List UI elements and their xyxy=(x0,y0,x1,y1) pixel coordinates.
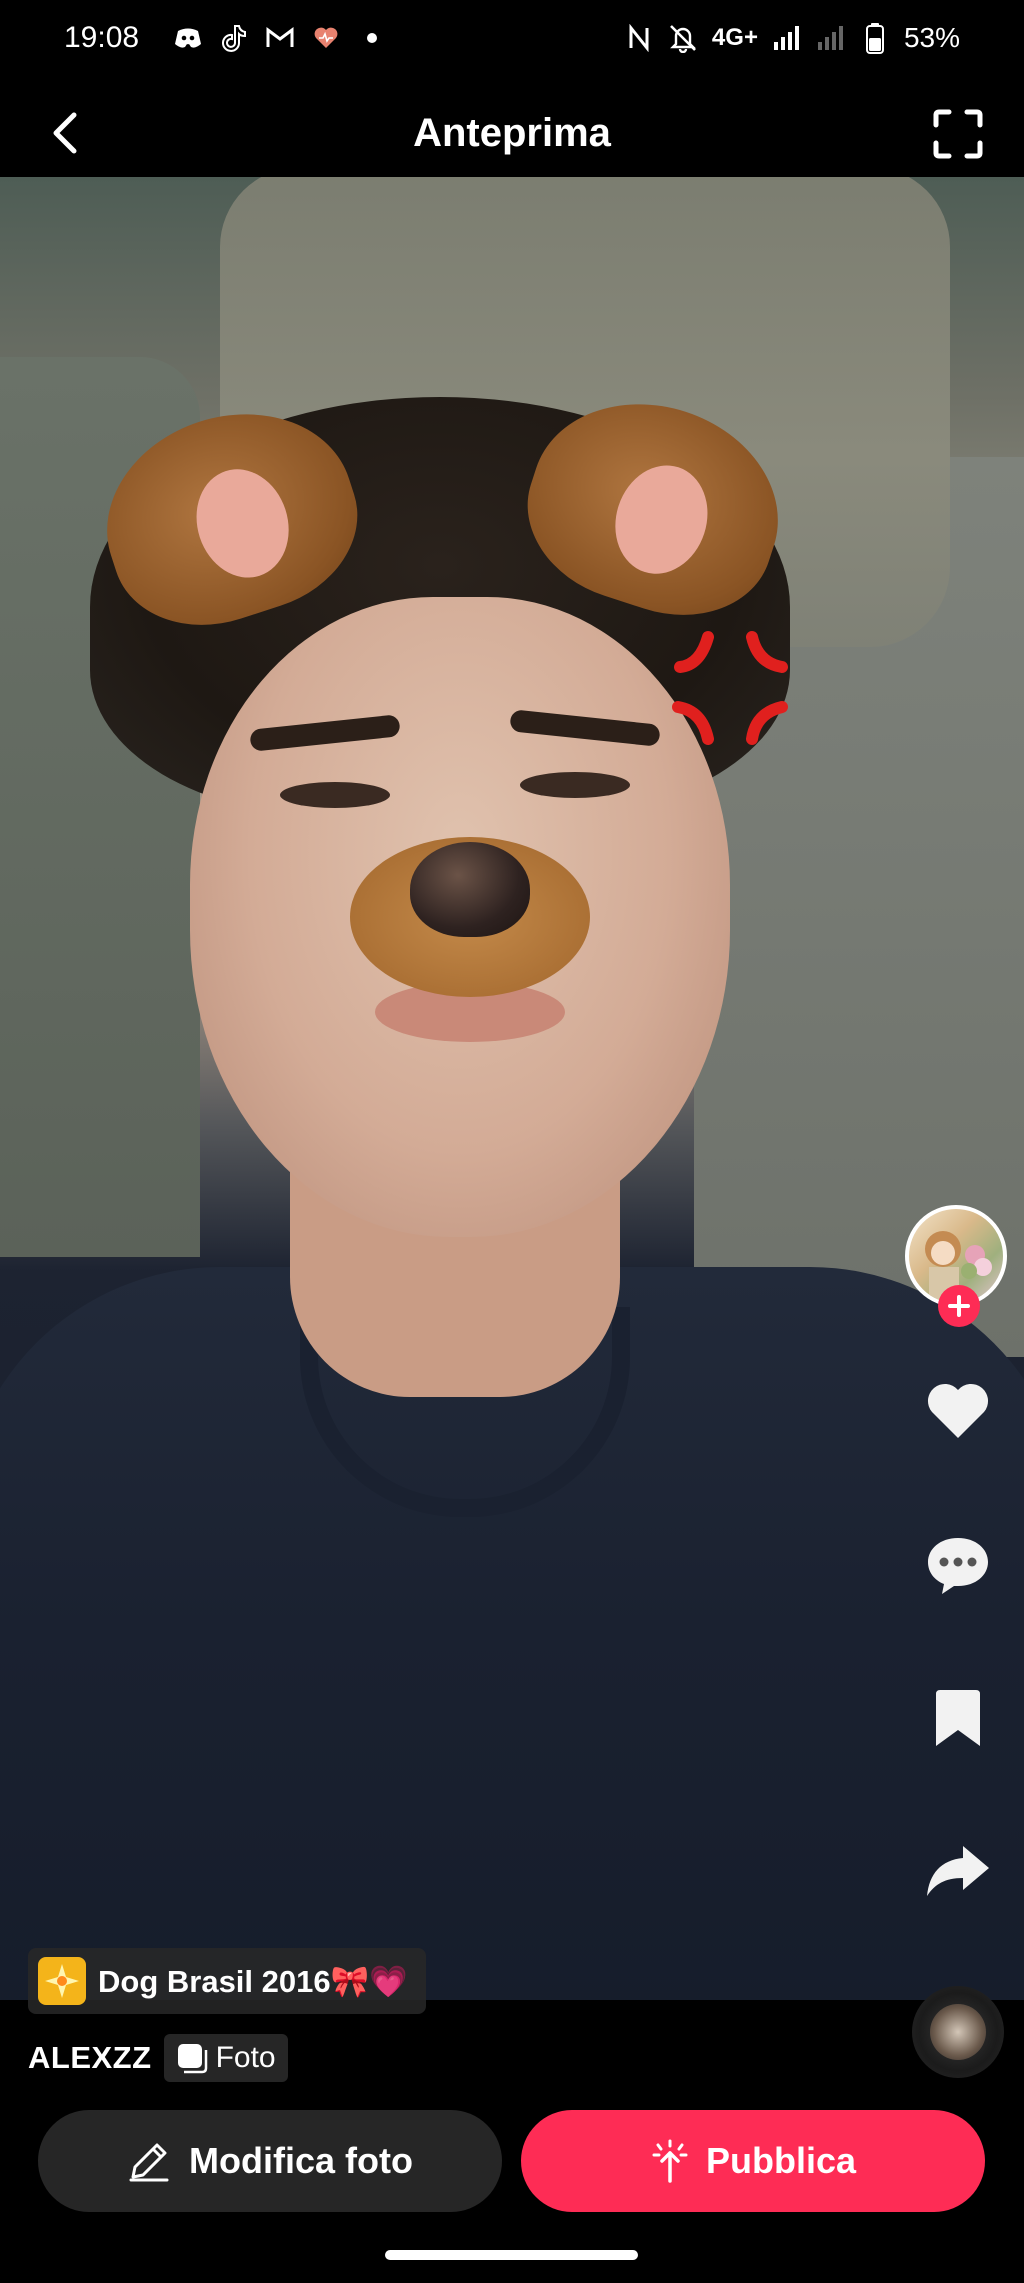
comment-icon xyxy=(928,1538,988,1594)
heart-icon xyxy=(927,1383,989,1438)
nfc-icon xyxy=(624,23,654,53)
discord-icon xyxy=(173,23,203,53)
plus-icon xyxy=(948,1295,970,1317)
anger-mark-sticker xyxy=(672,631,788,745)
network-type: 4G+ xyxy=(711,23,758,51)
comment-button[interactable] xyxy=(923,1530,993,1600)
top-nav: Anteprima xyxy=(0,90,1024,176)
dog-nose-filter xyxy=(410,842,530,937)
effect-chip[interactable]: Dog Brasil 2016🎀💗 xyxy=(28,1948,426,2014)
right-eye xyxy=(520,772,630,798)
effect-sparkle-icon xyxy=(38,1957,86,2005)
photo-stack-icon xyxy=(177,2044,207,2074)
home-indicator[interactable] xyxy=(385,2250,638,2260)
username[interactable]: ALEXZZ xyxy=(28,2040,152,2076)
edit-photo-label: Modifica foto xyxy=(189,2140,413,2181)
status-time: 19:08 xyxy=(64,20,140,54)
post-type-chip: Foto xyxy=(163,2034,288,2082)
photo-preview[interactable] xyxy=(0,177,1024,2000)
gmail-icon xyxy=(265,23,295,53)
music-disc[interactable] xyxy=(912,1986,1004,2078)
dog-ear-inner xyxy=(182,457,303,590)
bookmark-button[interactable] xyxy=(923,1683,993,1753)
left-eye xyxy=(280,782,390,808)
heart-app-icon xyxy=(311,23,341,53)
like-button[interactable] xyxy=(923,1375,993,1445)
share-icon xyxy=(927,1846,989,1896)
signal-sim2-icon xyxy=(816,23,846,53)
publish-label: Pubblica xyxy=(705,2140,857,2181)
effect-label: Dog Brasil 2016🎀💗 xyxy=(98,1963,408,1999)
back-button[interactable] xyxy=(40,108,90,158)
signal-icon xyxy=(772,23,802,53)
pencil-icon xyxy=(129,2143,169,2182)
fullscreen-button[interactable] xyxy=(930,106,986,162)
share-button[interactable] xyxy=(923,1835,993,1905)
dot-icon xyxy=(357,23,387,53)
chevron-left-icon xyxy=(53,112,77,154)
bookmark-icon xyxy=(936,1690,980,1746)
caption-row: ALEXZZ Foto xyxy=(28,2034,288,2082)
sparkle-publish-icon xyxy=(652,2139,688,2183)
screen: 19:08 4G+ 53% Anteprima Dog Brasil 2016🎀… xyxy=(0,0,1024,2283)
mute-icon xyxy=(668,23,698,53)
battery-percent: 53% xyxy=(903,21,960,53)
fullscreen-icon xyxy=(933,109,983,159)
tiktok-icon xyxy=(219,23,249,53)
page-title: Anteprima xyxy=(413,110,611,155)
edit-photo-button[interactable]: Modifica foto xyxy=(38,2110,502,2212)
status-left: 19:08 xyxy=(64,21,624,55)
music-cover-image xyxy=(930,2004,986,2060)
battery-icon xyxy=(860,22,890,54)
status-bar: 19:08 4G+ 53% xyxy=(0,0,1024,75)
follow-plus-button[interactable] xyxy=(938,1285,980,1327)
status-right: 4G+ 53% xyxy=(624,22,960,54)
publish-button[interactable]: Pubblica xyxy=(521,2110,985,2212)
dog-ear-inner xyxy=(601,453,722,586)
post-type-label: Foto xyxy=(215,2041,276,2074)
